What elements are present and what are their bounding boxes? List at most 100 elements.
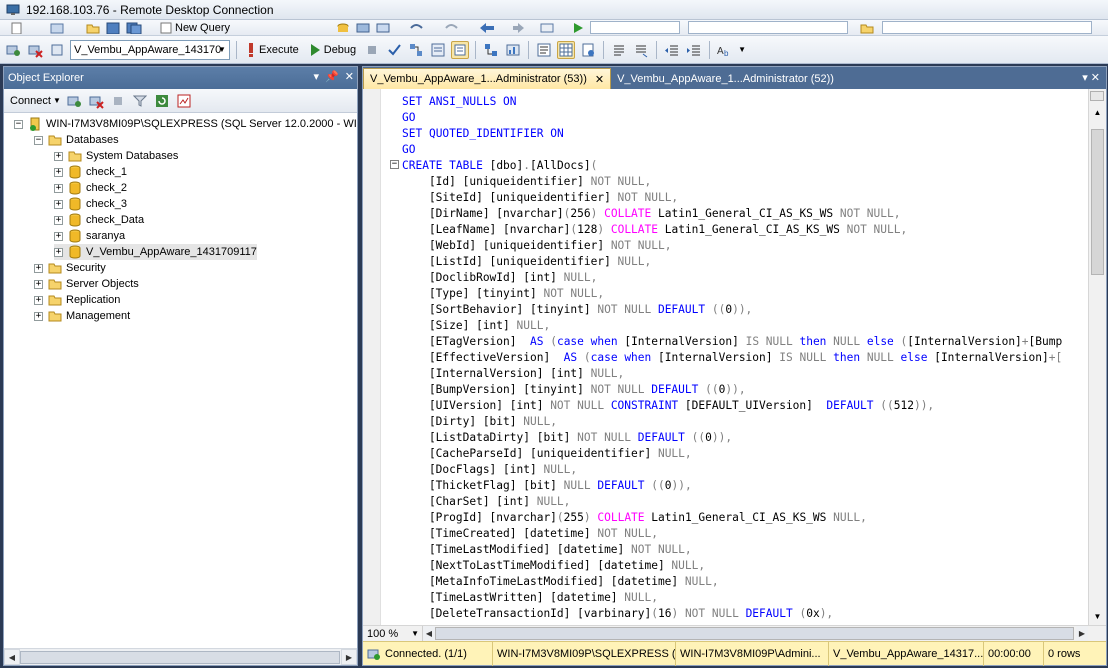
stop-icon[interactable] [109,92,127,110]
uncomment-lines-icon[interactable] [632,41,650,59]
cancel-query-icon[interactable] [363,41,381,59]
comment-lines-icon[interactable] [610,41,628,59]
folder-node[interactable]: + Security [34,260,106,276]
pin-icon[interactable]: 📌 [325,70,339,83]
display-estimated-plan-icon[interactable] [407,41,425,59]
databases-node[interactable]: − Databases [34,132,119,148]
code-token: [MetaInfoTimeLastModified] [datetime] [402,575,685,588]
folder-node[interactable]: + Management [34,308,130,324]
specify-template-values-icon[interactable]: Ab [716,41,734,59]
decrease-indent-icon[interactable] [663,41,681,59]
folder-node[interactable]: + Replication [34,292,120,308]
db-engine-query-icon[interactable] [336,22,350,34]
server-node[interactable]: − WIN-I7M3V8MI09P\SQLEXPRESS (SQL Server… [14,116,357,132]
intellisense-icon[interactable] [451,40,470,59]
scroll-right-icon[interactable]: ▶ [1076,625,1088,642]
scroll-left-icon[interactable]: ◀ [4,649,20,665]
tab-query-52[interactable]: V_Vembu_AppAware_1...Administrator (52)) [611,68,840,89]
results-to-file-icon[interactable] [579,41,597,59]
scroll-down-icon[interactable]: ▼ [1090,609,1105,623]
activity-monitor-icon[interactable] [175,92,193,110]
collapse-icon[interactable]: − [14,119,23,129]
navigate-back-icon[interactable] [478,22,496,34]
tab-query-53[interactable]: V_Vembu_AppAware_1...Administrator (53))… [363,68,612,89]
database-node[interactable]: + V_Vembu_AppAware_1431709117 [54,244,257,260]
increase-indent-icon[interactable] [685,41,703,59]
sql-code-editor[interactable]: − SET ANSI_NULLS ON GO SET QUOTED_IDENTIFI… [363,89,1106,625]
sql-code[interactable]: SET ANSI_NULLS ON GO SET QUOTED_IDENTIFIER… [402,94,1062,622]
new-file-icon[interactable] [10,22,24,34]
filter-icon[interactable] [131,92,149,110]
redo-icon[interactable] [444,22,460,34]
expand-icon[interactable]: + [54,151,63,161]
database-node[interactable]: + saranya [54,228,125,244]
expand-icon[interactable]: + [34,279,43,289]
new-query-button[interactable]: New Query [160,20,230,35]
include-client-statistics-icon[interactable] [504,41,522,59]
expand-icon[interactable]: + [54,183,63,193]
disconnect-server-icon[interactable] [87,92,105,110]
scroll-left-icon[interactable]: ◀ [423,625,435,642]
open-folder-icon[interactable] [86,22,100,34]
scroll-right-icon[interactable]: ▶ [341,649,357,665]
parse-checkmark-icon[interactable] [385,41,403,59]
expand-icon[interactable]: + [54,215,63,225]
save-all-icon[interactable] [126,22,142,34]
undo-icon[interactable] [408,22,424,34]
refresh-icon[interactable] [153,92,171,110]
collapse-region-icon[interactable]: − [390,160,399,169]
scroll-up-icon[interactable]: ▲ [1090,105,1105,119]
connect-icon[interactable] [4,41,22,59]
scrollbar-thumb[interactable] [1091,129,1104,275]
start-icon[interactable] [572,22,584,34]
editor-splitter[interactable] [1090,91,1104,101]
debug-button[interactable]: Debug [306,43,359,57]
available-databases-dropdown[interactable]: V_Vembu_AppAware_143170 ▼ [70,39,230,60]
mdx-query-icon[interactable] [376,22,390,34]
database-node[interactable]: + check_Data [54,212,144,228]
expand-icon[interactable]: + [54,167,63,177]
execute-button[interactable]: Execute [243,42,302,58]
disconnect-icon[interactable] [26,41,44,59]
navigate-forward-icon[interactable] [512,22,526,34]
find-in-files-icon[interactable] [540,22,556,34]
solution-platform-dropdown[interactable] [688,21,848,34]
results-to-text-icon[interactable] [535,41,553,59]
expand-icon[interactable]: + [34,263,43,273]
window-position-icon[interactable]: ▾ [314,70,320,83]
horizontal-scrollbar[interactable]: ◀ ▶ [4,648,357,665]
zoom-dropdown[interactable]: 100 % ▼ [363,626,423,641]
database-node[interactable]: + check_1 [54,164,127,180]
new-project-icon[interactable] [50,22,64,34]
connect-server-icon[interactable] [65,92,83,110]
scrollbar-thumb[interactable] [20,650,340,664]
close-tab-icon[interactable]: ✕ [595,73,604,86]
expand-icon[interactable]: + [54,231,63,241]
results-to-grid-icon[interactable] [557,40,576,59]
database-node[interactable]: + check_2 [54,180,127,196]
collapse-icon[interactable]: − [34,135,43,145]
expand-icon[interactable]: + [54,247,63,257]
toolbar-separator [709,40,711,59]
system-databases-node[interactable]: + System Databases [54,148,178,164]
vertical-scrollbar[interactable]: ▲ ▼ [1088,89,1106,625]
find-folder-icon[interactable] [860,22,874,34]
toolbar-overflow-icon[interactable]: ▼ [738,45,746,54]
solution-config-dropdown[interactable] [590,21,680,34]
horizontal-scrollbar-thumb[interactable] [435,627,1074,640]
analysis-query-icon[interactable] [356,22,370,34]
save-icon[interactable] [106,22,120,34]
find-text-combo[interactable] [882,21,1092,34]
query-designer-icon[interactable] [429,41,447,59]
expand-icon[interactable]: + [34,311,43,321]
expand-icon[interactable]: + [54,199,63,209]
expand-icon[interactable]: + [34,295,43,305]
tab-list-icon[interactable]: ▾ ✕ [1082,71,1100,84]
change-connection-icon[interactable] [48,41,66,59]
close-icon[interactable]: ✕ [345,70,354,83]
database-node[interactable]: + check_3 [54,196,127,212]
connect-dropdown-button[interactable]: Connect ▼ [10,95,61,107]
folder-icon [48,135,62,146]
folder-node[interactable]: + Server Objects [34,276,139,292]
include-actual-plan-icon[interactable] [482,41,500,59]
